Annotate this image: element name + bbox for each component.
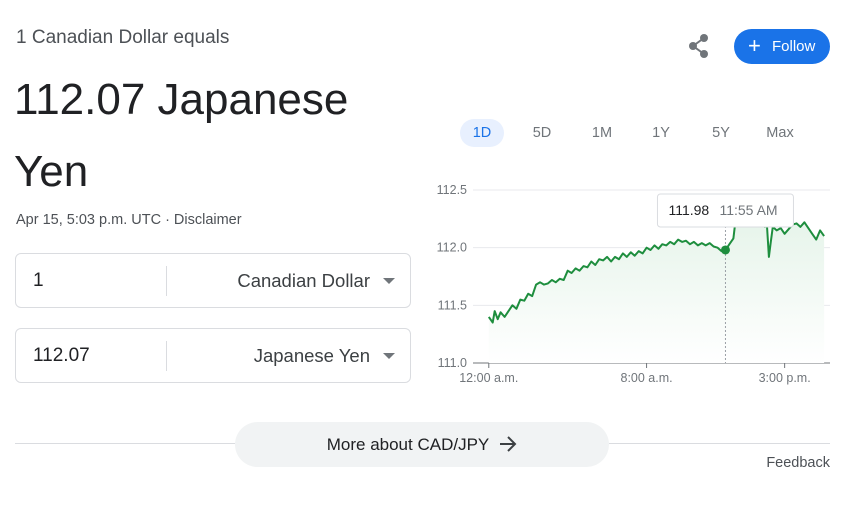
more-about-label: More about CAD/JPY	[326, 435, 490, 454]
separator: ·	[165, 212, 170, 228]
arrow-right-icon	[500, 436, 517, 452]
feedback-link[interactable]: Feedback	[766, 455, 830, 471]
x-tick-label: 3:00 p.m.	[759, 371, 811, 385]
follow-button[interactable]: + Follow	[734, 29, 830, 64]
exchange-rate-chart[interactable]: 111.0 111.5 112.0 112.5 12:00 a.m. 8:00 a.m. 3…	[420, 172, 835, 397]
from-amount-input[interactable]: 1	[33, 254, 44, 307]
chevron-down-icon[interactable]	[383, 353, 395, 359]
tooltip-time: 11:55 AM	[719, 202, 777, 218]
disclaimer-link[interactable]: Disclaimer	[174, 212, 242, 228]
tooltip-value: 111.98	[668, 202, 709, 218]
y-tick-label: 112.5	[437, 183, 467, 197]
share-icon	[689, 34, 708, 58]
timestamp-row: Apr 15, 5:03 p.m. UTC · Disclaimer	[16, 212, 242, 228]
to-currency-field[interactable]: 112.07 Japanese Yen	[15, 328, 411, 383]
share-button[interactable]	[684, 31, 714, 61]
tab-5d[interactable]: 5D	[520, 119, 564, 147]
tab-1m[interactable]: 1M	[580, 119, 624, 147]
y-tick-label: 111.5	[438, 298, 467, 312]
field-divider	[166, 266, 167, 296]
chevron-down-icon[interactable]	[383, 278, 395, 284]
divider-line	[15, 443, 235, 444]
series-area	[488, 218, 825, 363]
y-tick-label: 111.0	[438, 356, 467, 370]
tab-1d[interactable]: 1D	[460, 119, 504, 147]
to-currency-select[interactable]: Japanese Yen	[254, 329, 370, 382]
more-about-button[interactable]: More about CAD/JPY	[235, 422, 609, 467]
from-currency-select[interactable]: Canadian Dollar	[237, 254, 370, 307]
from-currency-field[interactable]: 1 Canadian Dollar	[15, 253, 411, 308]
to-amount-input[interactable]: 112.07	[33, 329, 90, 382]
timestamp: Apr 15, 5:03 p.m. UTC	[16, 212, 162, 228]
follow-label: Follow	[772, 38, 816, 55]
field-divider	[166, 341, 167, 371]
conversion-subtitle: 1 Canadian Dollar equals	[16, 27, 230, 48]
divider-line	[609, 443, 830, 444]
y-tick-label: 112.0	[437, 241, 467, 255]
hover-point	[720, 245, 730, 255]
plus-icon: +	[748, 33, 761, 58]
x-tick-label: 8:00 a.m.	[621, 371, 673, 385]
tab-5y[interactable]: 5Y	[699, 119, 743, 147]
tab-1y[interactable]: 1Y	[639, 119, 683, 147]
x-tick-label: 12:00 a.m.	[459, 371, 518, 385]
tab-max[interactable]: Max	[758, 119, 802, 147]
conversion-result: 112.07 Japanese Yen	[14, 75, 349, 196]
